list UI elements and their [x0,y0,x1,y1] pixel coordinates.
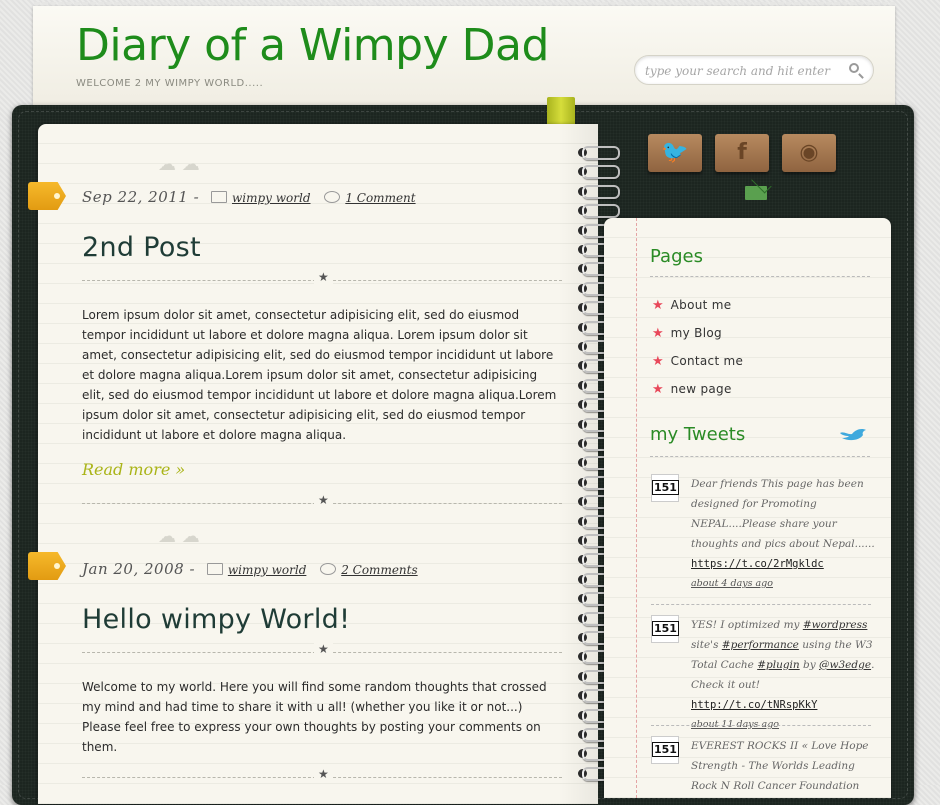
post-title[interactable]: Hello wimpy World! [82,604,350,635]
avatar[interactable]: 151 [651,615,679,643]
comment-icon [324,191,341,203]
post-body: Lorem ipsum dolor sit amet, consectetur … [82,308,557,442]
bookmark-ribbon [547,97,575,127]
site-title[interactable]: Diary of a Wimpy Dad [76,24,549,68]
hashtag-link[interactable]: #wordpress [803,619,868,631]
widget-divider [650,276,870,277]
post-body-line: Welcome to my world. Here you will find … [82,680,547,714]
tweet-divider [651,725,871,726]
search-box[interactable] [634,55,874,85]
post-title[interactable]: 2nd Post [82,232,201,263]
post-meta: Jan 20, 2008 - wimpy world 2 Comments [82,560,418,578]
sidebar-item-about[interactable]: ★ About me [652,298,731,313]
star-icon: ★ [314,642,333,656]
tweet-text: EVEREST ROCKS II « Love Hope Strength - … [691,740,869,792]
post-date: Sep 22, 2011 - [82,188,200,206]
post-comments-link[interactable]: 2 Comments [341,563,417,577]
post-divider: ★ [82,270,562,285]
post-divider: ★ [82,493,562,508]
tweet-text: YES! I optimized my #wordpress site's #p… [691,615,876,735]
post-date: Jan 20, 2008 - [82,560,196,578]
tweet-time[interactable]: about 4 days ago [691,574,876,594]
spiral-ring [578,146,620,160]
star-icon: ★ [314,767,333,781]
tweets-widget-title: my Tweets [650,424,746,445]
sidebar-item-my-blog[interactable]: ★ my Blog [652,326,722,341]
search-icon[interactable] [849,63,859,73]
folder-icon [210,191,227,203]
star-bullet-icon: ★ [652,298,664,313]
mail-icon[interactable] [745,186,767,200]
sidebar-item-contact[interactable]: ★ Contact me [652,354,743,369]
post-meta: Sep 22, 2011 - wimpy world 1 Comment [82,188,416,206]
star-bullet-icon: ★ [652,354,664,369]
tweet-link[interactable]: http://t.co/tNRspKkY [691,699,817,711]
hashtag-link[interactable]: #plugin [757,659,799,671]
star-icon: ★ [314,270,333,284]
hashtag-link[interactable]: #performance [722,639,799,651]
twitter-icon[interactable]: 🐦 [648,134,702,172]
spiral-ring [578,204,620,219]
facebook-icon[interactable]: f [715,134,769,172]
spiral-ring [578,184,620,199]
comment-icon [320,563,337,575]
cloud-icon: ☁ ☁ [158,526,200,547]
twitter-bird-icon [840,429,866,441]
site-tagline: WELCOME 2 MY WIMPY WORLD..... [76,78,264,89]
spiral-ring [578,165,620,180]
post-divider: ★ [82,767,562,782]
tweet-link[interactable]: https://t.co/2rMgkldc [691,558,824,570]
read-more-link[interactable]: Read more » [82,460,185,479]
tweet-divider [651,604,871,605]
star-bullet-icon: ★ [652,382,664,397]
avatar[interactable]: 151 [651,474,679,502]
star-icon: ★ [314,493,333,507]
post-divider: ★ [82,642,562,657]
tweet-text: Dear friends This page has been designed… [691,474,876,594]
star-bullet-icon: ★ [652,326,664,341]
pages-widget-title: Pages [650,246,703,267]
search-input[interactable] [643,60,837,82]
avatar[interactable]: 151 [651,736,679,764]
post-category-link[interactable]: wimpy world [232,191,311,205]
post-comments-link[interactable]: 1 Comment [345,191,415,205]
post-category-link[interactable]: wimpy world [228,563,307,577]
cloud-icon: ☁ ☁ [158,154,200,175]
rss-icon[interactable]: ◉ [782,134,836,172]
post-body-line: Please feel free to express your own tho… [82,720,541,754]
folder-icon [206,563,223,575]
widget-divider [650,456,870,457]
mention-link[interactable]: @w3edge [819,659,871,671]
sidebar-item-new-page[interactable]: ★ new page [652,382,732,397]
